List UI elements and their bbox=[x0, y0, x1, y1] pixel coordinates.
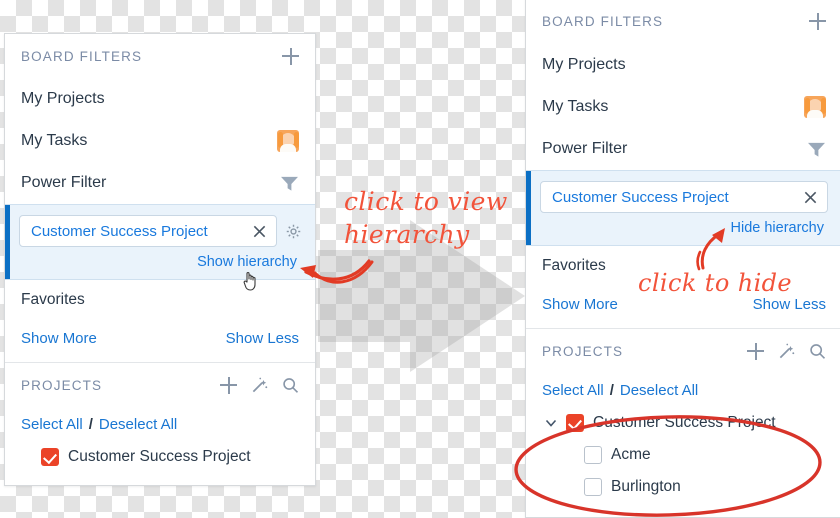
list-item[interactable]: Customer Success Project bbox=[5, 441, 315, 473]
funnel-icon bbox=[281, 176, 298, 191]
project-checkbox-parent[interactable] bbox=[566, 414, 584, 432]
deselect-all-link-right[interactable]: Deselect All bbox=[620, 382, 698, 399]
sidebar-item-my-tasks[interactable]: My Tasks bbox=[5, 120, 315, 162]
board-filters-header: BOARD FILTERS bbox=[5, 34, 315, 78]
select-all-link-right[interactable]: Select All bbox=[542, 382, 604, 399]
table-row[interactable]: Burlington bbox=[526, 471, 840, 503]
search-icon-right[interactable] bbox=[809, 343, 826, 360]
favorites-more-less: Show More Show Less bbox=[5, 320, 315, 356]
sidebar-item-my-projects[interactable]: My Projects bbox=[5, 78, 315, 120]
project-label-burlington: Burlington bbox=[611, 478, 681, 495]
table-row[interactable]: Customer Success Project bbox=[526, 407, 840, 439]
deselect-all-link[interactable]: Deselect All bbox=[99, 416, 177, 433]
gear-icon[interactable] bbox=[286, 224, 301, 239]
add-project-plus-icon[interactable] bbox=[220, 376, 237, 394]
project-label-parent: Customer Success Project bbox=[593, 414, 776, 431]
my-tasks-label: My Tasks bbox=[21, 132, 88, 149]
table-row[interactable]: Acme bbox=[526, 439, 840, 471]
show-more-link-right[interactable]: Show More bbox=[542, 296, 618, 313]
select-all-link[interactable]: Select All bbox=[21, 416, 83, 433]
board-filters-title: BOARD FILTERS bbox=[21, 48, 143, 64]
power-filter-label-right: Power Filter bbox=[542, 140, 628, 157]
right-search-block: Customer Success Project Hide hierarchy bbox=[526, 170, 840, 246]
my-tasks-label-right: My Tasks bbox=[542, 98, 609, 115]
select-deselect-row: Select All / Deselect All bbox=[5, 407, 315, 441]
close-icon-right[interactable] bbox=[803, 190, 818, 205]
sidebar-item-my-projects-right[interactable]: My Projects bbox=[526, 44, 840, 86]
search-input-value-right: Customer Success Project bbox=[552, 188, 729, 206]
chevron-down-icon[interactable] bbox=[544, 416, 558, 430]
select-separator: / bbox=[88, 415, 93, 433]
board-filters-header-right: BOARD FILTERS bbox=[526, 0, 840, 44]
screenshot-canvas: BOARD FILTERS My Projects My Tasks Power… bbox=[0, 0, 840, 518]
search-icon[interactable] bbox=[282, 377, 299, 394]
projects-title-right: PROJECTS bbox=[542, 343, 624, 359]
add-project-plus-icon-right[interactable] bbox=[747, 342, 764, 360]
board-filters-title-right: BOARD FILTERS bbox=[542, 13, 664, 29]
sidebar-item-my-tasks-right[interactable]: My Tasks bbox=[526, 86, 840, 128]
search-input-right[interactable]: Customer Success Project bbox=[540, 181, 828, 213]
project-label-acme: Acme bbox=[611, 446, 651, 463]
hide-hierarchy-link[interactable]: Hide hierarchy bbox=[731, 220, 825, 236]
project-label: Customer Success Project bbox=[68, 448, 251, 465]
callout-underline bbox=[313, 260, 374, 284]
right-hierarchy-link-row: Hide hierarchy bbox=[540, 213, 828, 237]
annotation-click-to-view: click to view hierarchy bbox=[344, 187, 508, 249]
select-deselect-row-right: Select All / Deselect All bbox=[526, 373, 840, 407]
avatar-icon-right bbox=[804, 96, 826, 118]
search-input-value: Customer Success Project bbox=[31, 222, 208, 240]
right-board-filters-panel: BOARD FILTERS My Projects My Tasks Power… bbox=[525, 0, 840, 518]
favorites-label-right: Favorites bbox=[542, 257, 606, 274]
magic-wand-icon-right[interactable] bbox=[778, 343, 795, 360]
magic-wand-icon[interactable] bbox=[251, 377, 268, 394]
my-projects-label: My Projects bbox=[21, 90, 105, 107]
avatar-icon bbox=[277, 130, 299, 152]
sidebar-item-power-filter[interactable]: Power Filter bbox=[5, 162, 315, 204]
funnel-icon-right bbox=[808, 142, 825, 157]
close-icon[interactable] bbox=[252, 224, 267, 239]
project-checkbox[interactable] bbox=[41, 448, 59, 466]
add-filter-plus-icon-right[interactable] bbox=[809, 12, 826, 30]
show-less-link[interactable]: Show Less bbox=[226, 330, 299, 347]
select-separator-right: / bbox=[609, 381, 614, 399]
my-projects-label-right: My Projects bbox=[542, 56, 626, 73]
favorites-label: Favorites bbox=[21, 291, 85, 308]
annotation-click-to-hide: click to hide bbox=[638, 269, 793, 297]
show-more-link[interactable]: Show More bbox=[21, 330, 97, 347]
favorites-row[interactable]: Favorites bbox=[5, 280, 315, 320]
projects-title: PROJECTS bbox=[21, 377, 103, 393]
projects-header: PROJECTS bbox=[5, 363, 315, 407]
power-filter-label: Power Filter bbox=[21, 174, 107, 191]
add-filter-plus-icon[interactable] bbox=[282, 47, 299, 65]
left-search-block: Customer Success Project Show hierarchy bbox=[5, 204, 315, 280]
projects-header-right: PROJECTS bbox=[526, 329, 840, 373]
sidebar-item-power-filter-right[interactable]: Power Filter bbox=[526, 128, 840, 170]
project-checkbox-burlington[interactable] bbox=[584, 478, 602, 496]
hand-cursor-icon bbox=[243, 271, 256, 291]
search-input[interactable]: Customer Success Project bbox=[19, 215, 277, 247]
project-checkbox-acme[interactable] bbox=[584, 446, 602, 464]
left-board-filters-panel: BOARD FILTERS My Projects My Tasks Power… bbox=[4, 33, 316, 486]
